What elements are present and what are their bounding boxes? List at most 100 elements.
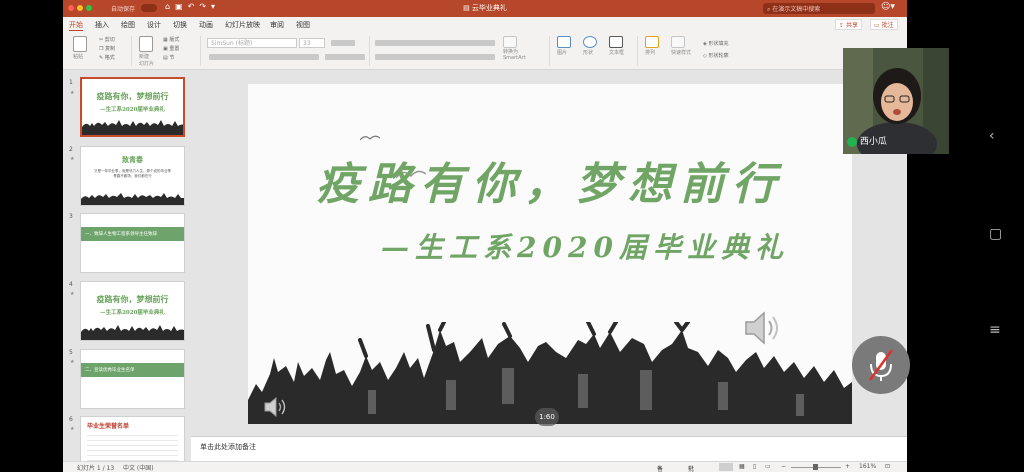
font-name-select[interactable]: SimSun (标题)	[207, 38, 297, 48]
current-slide[interactable]: 疫路有你，梦想前行 —生工系2020届毕业典礼	[248, 84, 852, 424]
tab-insert[interactable]: 插入	[95, 20, 109, 30]
tab-design[interactable]: 设计	[147, 20, 161, 30]
zoom-level: 161%	[859, 463, 877, 470]
clipboard-group: ✂ 剪切 ❐ 复制 ✎ 格式	[99, 36, 115, 63]
mute-microphone-button[interactable]	[852, 336, 910, 394]
font-size-select[interactable]: 33	[299, 38, 325, 48]
participant-name-tag: 西小瓜	[847, 134, 887, 147]
powerpoint-window: 自动保存 ⌂▣↶↷▾ ▤ 云毕业典礼 ⌕ 在演示文稿中搜索 ☺▾ 开始 插入 绘…	[63, 0, 907, 472]
zoom-out-button[interactable]: −	[781, 463, 786, 470]
home-square-icon[interactable]: ▢	[989, 226, 1002, 242]
quick-styles-icon	[671, 36, 685, 48]
font-format-buttons[interactable]	[209, 54, 319, 60]
fill-icon: ◈	[703, 41, 707, 47]
share-icon: ⇪	[839, 22, 845, 29]
slide-title[interactable]: 疫路有你，梦想前行	[248, 148, 852, 212]
slide-thumbnail-1[interactable]: 疫路有你，梦想前行 —生工系2020届毕业典礼	[80, 77, 185, 137]
arrange-button[interactable]: 排列	[645, 36, 659, 56]
crowd-silhouette	[81, 325, 184, 340]
animation-star-icon: ★	[70, 156, 75, 162]
thumb-title: 疫路有你，梦想前行	[96, 91, 169, 101]
tab-transitions[interactable]: 切换	[173, 20, 187, 30]
slide-editor: 疫路有你，梦想前行 —生工系2020届毕业典礼 1:60	[191, 70, 907, 436]
section-button[interactable]: ▤ 节	[163, 54, 179, 63]
comment-icon: ▭	[874, 22, 880, 29]
animation-star-icon: ★	[70, 359, 75, 365]
thumb-title: 一、致辞人生物工程系领导主任致辞	[81, 227, 184, 241]
slides-group: ▦ 版式 ▣ 重置 ▤ 节	[163, 36, 179, 63]
tab-animations[interactable]: 动画	[199, 20, 213, 30]
shape-fill-button[interactable]: ◈ 形状填充	[703, 38, 728, 50]
slide-thumbnail-4[interactable]: 疫路有你，梦想前行 —生工系2020届毕业典礼	[80, 281, 185, 341]
thumb-subtitle: —生工系2020届毕业典礼	[100, 107, 165, 113]
layout-button[interactable]: ▦ 版式	[163, 36, 179, 45]
slide-sorter-button[interactable]: ▦	[739, 463, 745, 470]
slide-thumbnail-pane: 1 ★ 疫路有你，梦想前行 —生工系2020届毕业典礼 2 ★ 致青春 又是一年…	[63, 70, 191, 461]
thumb-title: 疫路有你，梦想前行	[96, 294, 169, 304]
tab-slideshow[interactable]: 幻灯片放映	[225, 20, 260, 30]
menu-icon[interactable]: ≡	[989, 322, 1001, 338]
shapes-icon	[583, 36, 597, 48]
animation-star-icon: ★	[70, 90, 75, 96]
font-size-buttons[interactable]	[331, 40, 355, 46]
speaker-icon[interactable]	[263, 396, 289, 418]
scissors-icon: ✂	[99, 37, 104, 43]
shape-outline-button[interactable]: ◇ 形状轮廓	[703, 50, 728, 62]
textbox-icon	[609, 36, 623, 48]
arrange-icon	[645, 36, 659, 48]
slide-number: 5	[69, 349, 73, 356]
smartart-button[interactable]: 转换为 SmartArt	[503, 36, 526, 61]
format-painter-button[interactable]: ✎ 格式	[99, 54, 115, 63]
tab-review[interactable]: 审阅	[270, 20, 284, 30]
zoom-in-button[interactable]: +	[845, 463, 850, 470]
cut-button[interactable]: ✂ 剪切	[99, 36, 115, 45]
search-input[interactable]: ⌕ 在演示文稿中搜索	[763, 3, 875, 14]
tab-home[interactable]: 开始	[69, 20, 83, 31]
feedback-smiley-icon[interactable]: ☺▾	[881, 2, 895, 12]
comments-button[interactable]: ▭ 批注	[870, 19, 898, 30]
back-icon[interactable]: ‹	[989, 128, 995, 144]
tab-view[interactable]: 视图	[296, 20, 310, 30]
zoom-slider-handle[interactable]	[813, 464, 818, 470]
copy-button[interactable]: ❐ 复制	[99, 45, 115, 54]
reset-icon: ▣	[163, 46, 168, 52]
fit-slide-icon[interactable]: ⊡	[885, 463, 890, 470]
reading-view-button[interactable]: ▯	[753, 463, 756, 470]
alignment-buttons[interactable]	[375, 54, 495, 60]
slide-thumbnail-3[interactable]: 一、致辞人生物工程系领导主任致辞	[80, 213, 185, 273]
notes-pane[interactable]: 单击此处添加备注	[191, 436, 907, 461]
section-icon: ▤	[163, 55, 168, 61]
title-bar: 自动保存 ⌂▣↶↷▾ ▤ 云毕业典礼 ⌕ 在演示文稿中搜索 ☺▾	[63, 0, 907, 17]
picture-button[interactable]: 图片	[557, 36, 571, 56]
webcam-video: 西小瓜	[843, 48, 949, 154]
video-time-pill[interactable]: 1:60	[535, 408, 559, 426]
copy-icon: ❐	[99, 46, 104, 52]
slideshow-button[interactable]: ▭	[765, 463, 771, 470]
slide-thumbnail-5[interactable]: 二、宣读优秀毕业生名单	[80, 349, 185, 409]
bird-icon	[360, 135, 380, 141]
share-button[interactable]: ⇪ 共享	[835, 19, 862, 30]
thumb-title: 二、宣读优秀毕业生名单	[81, 363, 184, 377]
animation-star-icon: ★	[70, 426, 75, 432]
thumb-table	[87, 431, 178, 461]
tab-draw[interactable]: 绘图	[121, 20, 135, 30]
slide-number: 3	[69, 213, 73, 220]
reset-button[interactable]: ▣ 重置	[163, 45, 179, 54]
slide-thumbnail-2[interactable]: 致青春 又是一年毕业季，饱是尽力人生，那个说的毕业季 青春不散场，我们都在行	[80, 146, 185, 206]
shapes-button[interactable]: 形状	[583, 36, 597, 56]
slide-thumbnail-6[interactable]: 毕业生荣誉名单	[80, 416, 185, 461]
screen: 自动保存 ⌂▣↶↷▾ ▤ 云毕业典礼 ⌕ 在演示文稿中搜索 ☺▾ 开始 插入 绘…	[0, 0, 1024, 472]
slide-subtitle[interactable]: —生工系2020届毕业典礼	[318, 226, 852, 266]
new-slide-button[interactable]: 新建 幻灯片	[139, 36, 154, 67]
paragraph-buttons[interactable]	[375, 40, 495, 46]
language-indicator[interactable]: 中文 (中国)	[123, 463, 154, 472]
thumb-subtitle: —生工系2020届毕业典礼	[100, 310, 165, 316]
layout-icon: ▦	[163, 37, 168, 43]
quick-styles-button[interactable]: 快速样式	[671, 36, 691, 56]
thumb-title: 毕业生荣誉名单	[87, 423, 130, 430]
textbox-button[interactable]: 文本框	[609, 36, 624, 56]
paste-button[interactable]: 粘贴	[73, 36, 87, 60]
mic-muted-icon	[868, 349, 894, 381]
normal-view-button[interactable]	[719, 463, 733, 471]
font-color-buttons[interactable]	[325, 54, 365, 60]
